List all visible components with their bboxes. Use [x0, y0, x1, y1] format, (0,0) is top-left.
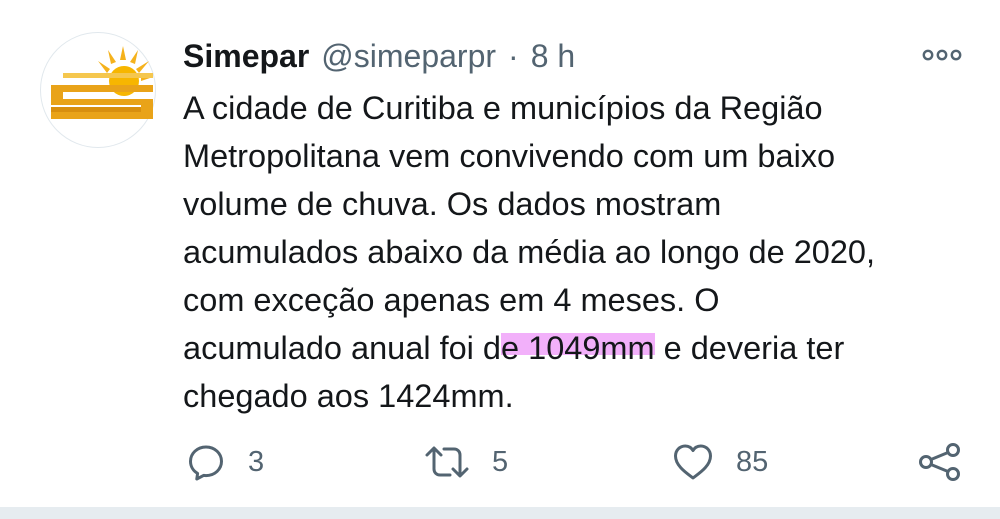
tweet-header: Simepar @simeparpr · 8 h — [183, 36, 575, 76]
tweet-text-segment: e deveria ter — [654, 330, 845, 366]
tweet-text-line: A cidade de Curitiba e municípios da Reg… — [183, 90, 823, 126]
tweet-text-line: com exceção apenas em 4 meses. O — [183, 282, 720, 318]
tweet-text-line: chegado aos 1424mm. — [183, 378, 514, 414]
like-count: 85 — [736, 445, 769, 478]
timestamp[interactable]: 8 h — [531, 38, 575, 75]
reply-button[interactable]: 3 — [186, 438, 264, 486]
share-button[interactable] — [917, 438, 963, 486]
highlighted-text: e 1049mm — [501, 330, 655, 366]
retweet-icon — [424, 442, 470, 482]
tweet-card[interactable]: Simepar @simeparpr · 8 h A cidade de Cur… — [0, 0, 1000, 507]
tweet-text-segment: acumulado anual foi d — [183, 330, 502, 366]
share-icon — [917, 441, 963, 483]
like-button[interactable]: 85 — [672, 438, 768, 486]
user-handle[interactable]: @simeparpr — [321, 38, 496, 75]
retweet-count: 5 — [492, 445, 509, 478]
avatar[interactable] — [40, 32, 156, 148]
tweet-text-line: Metropolitana vem convivendo com um baix… — [183, 138, 836, 174]
tweet-text-line: acumulado anual foi de 1049mm e deveria … — [183, 324, 973, 372]
more-icon — [922, 49, 962, 61]
like-icon — [672, 442, 714, 482]
retweet-button[interactable]: 5 — [424, 438, 508, 486]
tweet-text-line: volume de chuva. Os dados mostram — [183, 186, 722, 222]
simepar-logo-icon — [51, 46, 153, 119]
separator-dot: · — [508, 37, 519, 74]
tweet-actions: 3 5 85 — [0, 438, 1000, 486]
display-name[interactable]: Simepar — [183, 38, 309, 75]
reply-count: 3 — [248, 445, 265, 478]
more-options-button[interactable] — [918, 38, 966, 72]
tweet-divider — [0, 507, 1000, 519]
tweet-text-line: acumulados abaixo da média ao longo de 2… — [183, 234, 876, 270]
reply-icon — [186, 442, 226, 482]
tweet-text: A cidade de Curitiba e municípios da Reg… — [183, 84, 973, 420]
